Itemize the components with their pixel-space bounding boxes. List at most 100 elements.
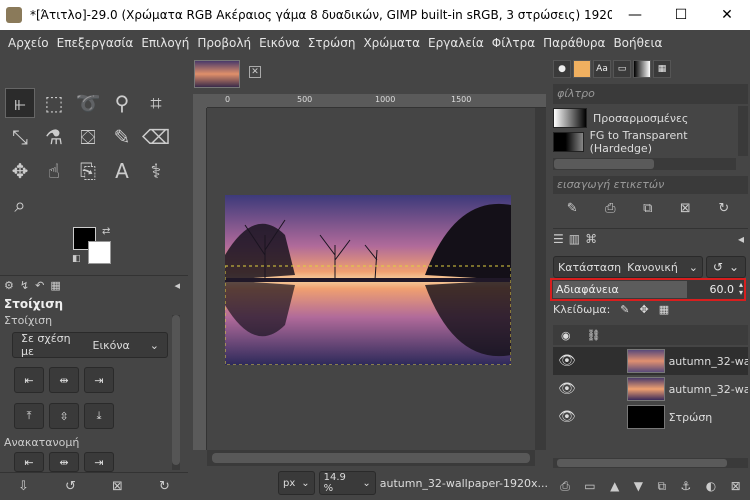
new-gradient-icon[interactable]: ⎙ — [605, 201, 615, 216]
opacity-slider[interactable]: Αδιαφάνεια 60.0 ▴ ▾ — [550, 278, 746, 301]
image-tab-thumbnail[interactable] — [194, 60, 240, 88]
maximize-button[interactable]: ☐ — [658, 0, 704, 30]
paintbrush-icon[interactable]: ✎ — [107, 122, 137, 152]
align-middle-button[interactable]: ⇳ — [49, 403, 79, 429]
brush-item[interactable]: Προσαρμοσμένες — [553, 106, 736, 130]
menu-view[interactable]: Προβολή — [193, 36, 255, 50]
clone-icon[interactable]: ⎘ — [73, 156, 103, 186]
vertical-ruler[interactable] — [193, 108, 207, 450]
ruler-corner[interactable] — [193, 94, 207, 108]
palettes-tab-icon[interactable]: ▦ — [653, 60, 671, 78]
duplicate-layer-icon[interactable]: ⧉ — [657, 479, 666, 494]
duplicate-gradient-icon[interactable]: ⧉ — [643, 201, 652, 216]
distribute-right-button[interactable]: ⇥ — [84, 452, 114, 472]
new-layer-icon[interactable]: ⎙ — [560, 479, 570, 494]
eraser-icon[interactable]: ⌫ — [141, 122, 171, 152]
raise-layer-icon[interactable]: ▲ — [610, 479, 619, 493]
paths-tab-icon[interactable]: ⌘ — [585, 232, 597, 246]
mask-layer-icon[interactable]: ◐ — [706, 479, 716, 493]
alignment-tool-icon[interactable]: ⫦ — [5, 88, 35, 118]
unit-select[interactable]: px ⌄ — [278, 471, 315, 495]
composite-mode-button[interactable]: ↺ ⌄ — [706, 256, 746, 278]
tool-options-tab-icon[interactable]: ⚙ — [4, 279, 14, 292]
image-canvas[interactable] — [225, 195, 511, 365]
refresh-gradients-icon[interactable]: ↻ — [718, 201, 729, 216]
horizontal-scrollbar[interactable] — [207, 450, 535, 466]
patterns-tab-icon[interactable] — [573, 60, 591, 78]
rect-select-icon[interactable]: ⬚ — [39, 88, 69, 118]
menu-colors[interactable]: Χρώματα — [359, 36, 424, 50]
reset-options-icon[interactable]: ↻ — [159, 479, 170, 494]
vertical-scrollbar[interactable] — [535, 108, 546, 450]
reset-colors-icon[interactable]: ◧ — [72, 254, 81, 264]
channels-tab-icon[interactable]: ▥ — [569, 232, 580, 246]
brushes-vertical-scrollbar[interactable] — [738, 106, 748, 156]
align-left-button[interactable]: ⇤ — [14, 367, 44, 393]
tag-input[interactable]: εισαγωγή ετικετών — [553, 176, 748, 194]
lock-pixels-icon[interactable]: ✎ — [620, 303, 629, 316]
menu-image[interactable]: Εικόνα — [255, 36, 304, 50]
warp-icon[interactable]: ⚗ — [39, 122, 69, 152]
menu-filters[interactable]: Φίλτρα — [488, 36, 539, 50]
eye-icon[interactable]: 👁 — [553, 381, 581, 397]
fonts-tab-icon[interactable]: Aa — [593, 60, 611, 78]
zoom-select[interactable]: 14.9 % ⌄ — [318, 471, 376, 495]
align-bottom-button[interactable]: ⤓ — [84, 403, 114, 429]
move-icon[interactable]: ✥ — [5, 156, 35, 186]
background-color[interactable] — [88, 241, 111, 264]
align-top-button[interactable]: ⤒ — [14, 403, 44, 429]
menu-windows[interactable]: Παράθυρα — [539, 36, 609, 50]
menu-help[interactable]: Βοήθεια — [609, 36, 666, 50]
images-tab-icon[interactable]: ▦ — [50, 279, 60, 292]
layer-row[interactable]: 👁 autumn_32-wallp — [553, 347, 748, 375]
delete-layer-icon[interactable]: ⊠ — [731, 479, 741, 493]
menu-file[interactable]: Αρχείο — [4, 36, 53, 50]
lasso-select-icon[interactable]: ➰ — [73, 88, 103, 118]
minimize-button[interactable]: — — [612, 0, 658, 30]
lock-position-icon[interactable]: ✥ — [640, 303, 649, 316]
layer-row[interactable]: 👁 autumn_32-wallp — [553, 375, 748, 403]
layer-name[interactable]: autumn_32-wallp — [669, 383, 748, 396]
dock-menu-icon[interactable]: ◂ — [174, 279, 180, 292]
close-button[interactable]: ✕ — [704, 0, 750, 30]
text-icon[interactable]: A — [107, 156, 137, 186]
restore-options-icon[interactable]: ↺ — [65, 479, 76, 494]
device-status-tab-icon[interactable]: ↯ — [20, 279, 29, 292]
brushes-tab-icon[interactable]: ● — [553, 60, 571, 78]
menu-edit[interactable]: Επεξεργασία — [53, 36, 138, 50]
layers-tab-icon[interactable]: ☰ — [553, 232, 564, 246]
zoom-icon[interactable]: ⌕ — [5, 190, 35, 220]
layer-name[interactable]: autumn_32-wallp — [669, 355, 748, 368]
distribute-center-button[interactable]: ⇹ — [49, 452, 79, 472]
menu-tools[interactable]: Εργαλεία — [424, 36, 488, 50]
delete-gradient-icon[interactable]: ⊠ — [680, 201, 691, 216]
edit-gradient-icon[interactable]: ✎ — [567, 201, 578, 216]
color-picker-icon[interactable]: ⚕ — [141, 156, 171, 186]
bucket-fill-icon[interactable]: ⛋ — [73, 122, 103, 152]
gradients-tab-icon[interactable] — [633, 60, 651, 78]
distribute-left-button[interactable]: ⇤ — [14, 452, 44, 472]
dock-menu-icon[interactable]: ◂ — [738, 232, 744, 246]
align-right-button[interactable]: ⇥ — [84, 367, 114, 393]
tool-options-scrollbar[interactable] — [172, 315, 180, 470]
eye-icon[interactable]: 👁 — [553, 353, 581, 369]
brushes-horizontal-scrollbar[interactable] — [553, 158, 736, 170]
horizontal-ruler[interactable]: 0 500 1000 1500 — [207, 94, 546, 108]
anchor-layer-icon[interactable]: ⚓ — [680, 479, 691, 493]
tool-presets-tab-icon[interactable]: ▭ — [613, 60, 631, 78]
align-center-button[interactable]: ⇹ — [49, 367, 79, 393]
layer-mode-select[interactable]: Κατάσταση Κανονική ⌄ — [553, 256, 703, 278]
crop-icon[interactable]: ⌗ — [141, 88, 171, 118]
save-options-icon[interactable]: ⇩ — [18, 479, 29, 494]
brush-item[interactable]: FG to Transparent (Hardedge) — [553, 129, 736, 155]
layers-horizontal-scrollbar[interactable] — [553, 458, 748, 468]
swap-colors-icon[interactable]: ⇄ — [102, 226, 110, 237]
lock-alpha-icon[interactable]: ▦ — [659, 303, 669, 316]
relative-to-select[interactable]: Σε σχέση με Εικόνα ⌄ — [12, 332, 168, 358]
eye-icon[interactable]: 👁 — [553, 409, 581, 425]
fuzzy-select-icon[interactable]: ⚲ — [107, 88, 137, 118]
layer-row[interactable]: 👁 Στρώση — [553, 403, 748, 431]
brush-filter-input[interactable]: φίλτρο — [553, 84, 748, 104]
transform-icon[interactable]: ⤡ — [5, 122, 35, 152]
menu-layer[interactable]: Στρώση — [304, 36, 360, 50]
